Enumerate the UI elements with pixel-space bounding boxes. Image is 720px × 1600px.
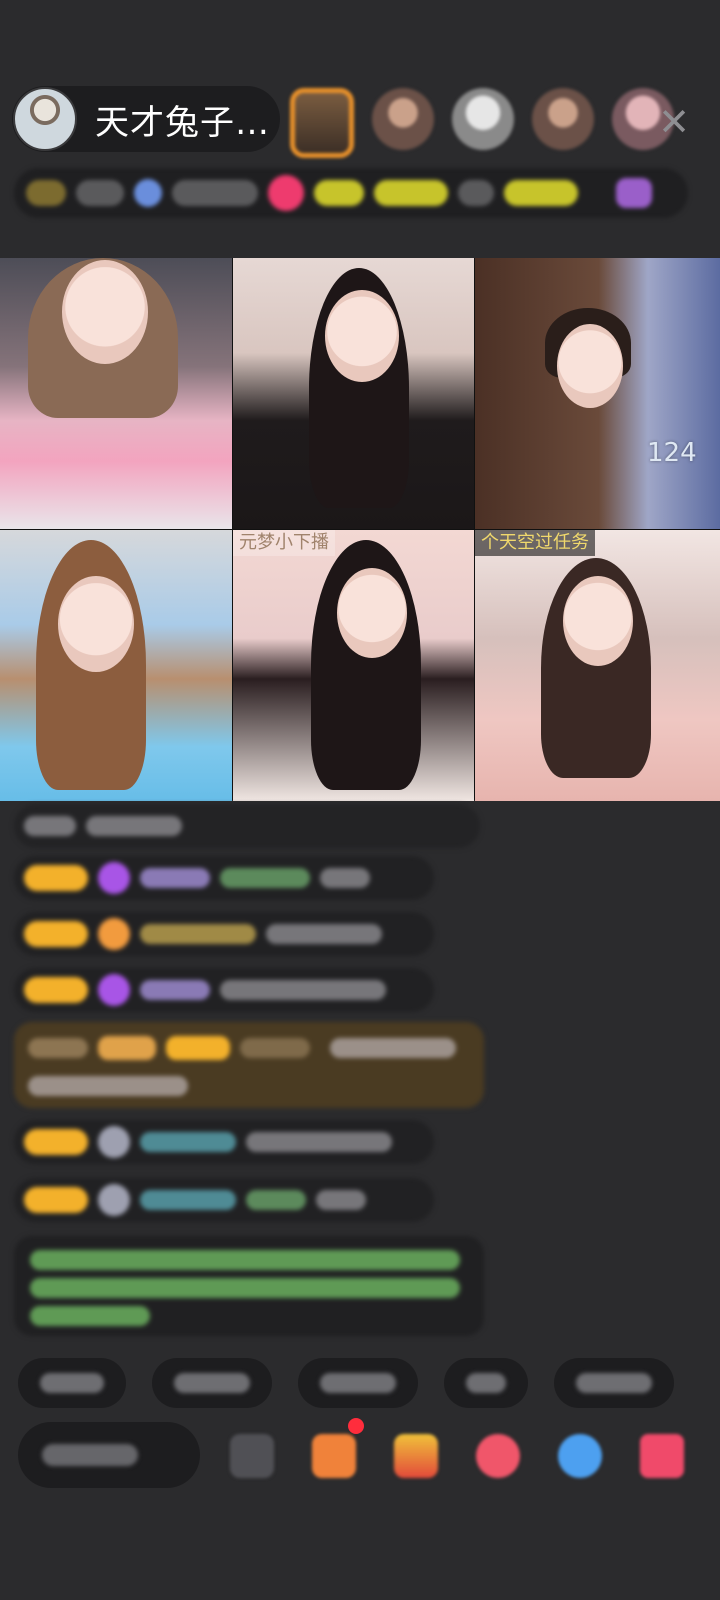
close-icon[interactable]: ✕ xyxy=(652,100,696,144)
guest-face xyxy=(563,576,633,666)
blurred-text xyxy=(86,816,182,836)
blurred-text xyxy=(140,868,210,888)
chat-message[interactable] xyxy=(14,968,434,1012)
blurred-text xyxy=(240,1038,310,1058)
diamond-icon xyxy=(98,862,130,894)
host-avatar[interactable] xyxy=(13,87,77,151)
host-info-pill[interactable]: 天才兔子… xyxy=(12,86,280,152)
viewer-avatar-icon[interactable] xyxy=(290,88,354,158)
blurred-text xyxy=(246,1132,392,1152)
quick-reply-button[interactable] xyxy=(152,1358,272,1408)
live-room: 天才兔子… ✕ 124 元梦小下播 个天空过任务 xyxy=(0,0,720,1600)
share-icon[interactable] xyxy=(558,1434,602,1478)
blurred-text xyxy=(28,1076,188,1096)
blurred-text xyxy=(320,868,370,888)
blurred-text xyxy=(374,180,448,206)
level-badge xyxy=(24,977,88,1003)
blurred-text xyxy=(140,1190,236,1210)
gift-icon[interactable] xyxy=(268,175,304,211)
blurred-text xyxy=(76,180,124,206)
blurred-text xyxy=(98,1036,156,1060)
more-icon[interactable] xyxy=(640,1434,684,1478)
blurred-text xyxy=(246,1190,306,1210)
rank-icon xyxy=(26,180,66,206)
blurred-text xyxy=(30,1306,150,1326)
blurred-text xyxy=(220,980,386,1000)
blurred-text xyxy=(28,1038,88,1058)
chat-message[interactable] xyxy=(14,804,480,848)
guest-tile[interactable] xyxy=(0,530,232,801)
viewer-avatar-icon[interactable] xyxy=(452,88,514,150)
badge-icon[interactable] xyxy=(616,178,652,208)
blurred-text xyxy=(166,1036,230,1060)
quick-reply-button[interactable] xyxy=(444,1358,528,1408)
quick-reply-button[interactable] xyxy=(18,1358,126,1408)
avatar-icon xyxy=(98,1184,130,1216)
guest-tile-label: 个天空过任务 xyxy=(475,530,595,556)
guest-count-label: 124 xyxy=(647,438,697,468)
notification-dot xyxy=(348,1418,364,1434)
gift-message[interactable] xyxy=(14,1022,484,1108)
guest-face xyxy=(325,290,399,382)
room-info-bar[interactable] xyxy=(14,168,688,218)
blurred-text xyxy=(140,1132,236,1152)
bottom-bar xyxy=(18,1418,708,1490)
blurred-text xyxy=(316,1190,366,1210)
blurred-text xyxy=(266,924,382,944)
blurred-text xyxy=(30,1278,460,1298)
quick-reply-button[interactable] xyxy=(554,1358,674,1408)
blurred-text xyxy=(330,1038,456,1058)
guest-tile[interactable] xyxy=(233,258,474,529)
hot-icon xyxy=(134,179,162,207)
blurred-text xyxy=(172,180,258,206)
viewer-avatar-icon[interactable] xyxy=(372,88,434,150)
top-viewers xyxy=(290,88,674,158)
blurred-text xyxy=(140,924,256,944)
blurred-text xyxy=(30,1250,460,1270)
blurred-text xyxy=(24,816,76,836)
multi-guest-grid: 124 元梦小下播 个天空过任务 xyxy=(0,258,720,801)
chat-message[interactable] xyxy=(14,856,434,900)
diamond-icon xyxy=(98,974,130,1006)
guest-face xyxy=(557,324,623,408)
level-badge xyxy=(24,865,88,891)
shop-icon[interactable] xyxy=(312,1434,356,1478)
guest-tile[interactable]: 个天空过任务 xyxy=(475,530,720,801)
chat-message[interactable] xyxy=(14,912,434,956)
chat-message[interactable] xyxy=(14,1120,434,1164)
blurred-text xyxy=(140,980,210,1000)
blurred-text xyxy=(504,180,578,206)
guest-face xyxy=(58,576,134,672)
avatar-icon xyxy=(98,1126,130,1158)
guest-tile[interactable]: 124 xyxy=(475,258,720,529)
gift-box-icon[interactable] xyxy=(394,1434,438,1478)
chat-message[interactable] xyxy=(14,1178,434,1222)
host-name: 天才兔子… xyxy=(95,102,270,143)
level-badge xyxy=(24,1187,88,1213)
fan-badge-icon xyxy=(98,918,130,950)
heart-icon[interactable] xyxy=(476,1434,520,1478)
guest-face xyxy=(337,568,407,658)
guest-face xyxy=(62,260,148,364)
level-badge xyxy=(24,1129,88,1155)
guest-tile-label: 元梦小下播 xyxy=(233,530,335,556)
viewer-avatar-icon[interactable] xyxy=(532,88,594,150)
system-notice xyxy=(14,1236,484,1336)
guest-tile[interactable] xyxy=(0,258,232,529)
quick-replies xyxy=(18,1358,674,1408)
blurred-text xyxy=(220,868,310,888)
quick-reply-button[interactable] xyxy=(298,1358,418,1408)
emoji-icon[interactable] xyxy=(230,1434,274,1478)
comment-input[interactable] xyxy=(18,1422,200,1488)
blurred-text xyxy=(458,180,494,206)
guest-tile[interactable]: 元梦小下播 xyxy=(233,530,474,801)
blurred-text xyxy=(314,180,364,206)
level-badge xyxy=(24,921,88,947)
